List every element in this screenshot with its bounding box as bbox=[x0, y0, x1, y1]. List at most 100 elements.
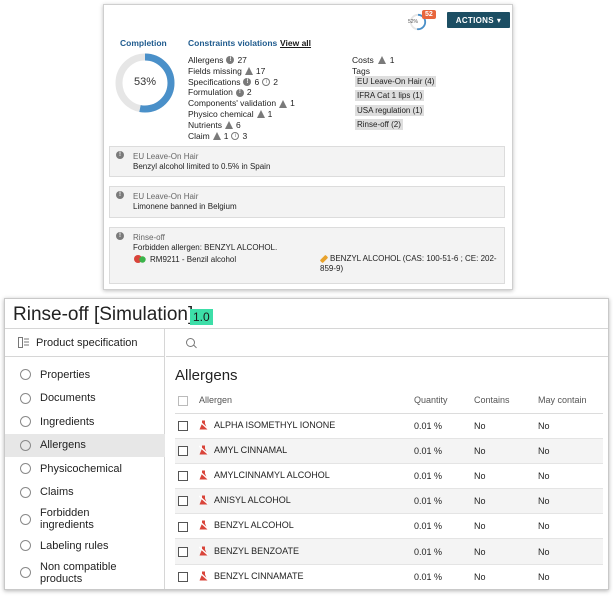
constraints-popup: 52% 52 ACTIONS ▾ Completion 53% Constrai… bbox=[103, 4, 513, 290]
allergen-rows: ALPHA ISOMETHYL IONONE 0.01 % No No AMYL CIN… bbox=[175, 413, 603, 589]
costs-label: Costs bbox=[352, 55, 374, 65]
notification-badge[interactable]: 52 bbox=[422, 10, 436, 19]
tags-label: Tags bbox=[352, 66, 370, 76]
constraint-item[interactable]: Allergens! 27 bbox=[188, 55, 295, 66]
constraint-item[interactable]: Formulation! 2 bbox=[188, 87, 295, 98]
raw-material-label[interactable]: RM9211 - Benzil alcohol bbox=[150, 255, 236, 264]
constraint-item[interactable]: Claim 1 i 3 bbox=[188, 131, 295, 142]
radio-button[interactable] bbox=[20, 540, 31, 552]
allergen-cell: BENZYL ALCOHOL bbox=[199, 513, 414, 540]
sidebar-item-non-compatible-products[interactable]: Non compatible products bbox=[5, 558, 165, 588]
radio-button[interactable] bbox=[20, 369, 31, 381]
sidebar-item-physicochemical[interactable]: Physicochemical bbox=[5, 457, 165, 481]
tag-chip[interactable]: EU Leave-On Hair (4) bbox=[355, 76, 437, 87]
sidebar-item-documents[interactable]: Documents bbox=[5, 387, 165, 411]
radio-button[interactable] bbox=[20, 486, 31, 498]
violation-title: Rinse-off bbox=[133, 233, 165, 242]
quantity-cell: 0.01 % bbox=[414, 488, 474, 515]
allergen-name: AMYL CINNAMAL bbox=[199, 445, 287, 455]
view-all-link[interactable]: View all bbox=[280, 38, 311, 48]
radio-button[interactable] bbox=[20, 513, 31, 525]
sidebar-item-claims[interactable]: Claims bbox=[5, 481, 165, 505]
caret-down-icon: ▾ bbox=[496, 15, 502, 25]
constraint-item[interactable]: Nutrients 6 bbox=[188, 120, 295, 131]
constraint-count: 27 bbox=[237, 55, 247, 65]
constraint-count: 17 bbox=[255, 65, 266, 76]
allergen-icon bbox=[199, 470, 208, 480]
constraint-count: 6 bbox=[236, 119, 241, 130]
tag-chip[interactable]: Rinse-off (2) bbox=[355, 119, 403, 131]
constraint-count: 2 bbox=[246, 87, 252, 98]
column-header-allergen[interactable]: Allergen bbox=[199, 388, 414, 414]
table-row[interactable]: BENZYL CINNAMATE 0.01 % No No bbox=[175, 564, 603, 589]
radio-button[interactable] bbox=[20, 439, 31, 451]
row-checkbox-cell bbox=[175, 564, 199, 589]
constraint-count: 6 bbox=[254, 76, 260, 87]
warning-icon bbox=[279, 99, 288, 108]
sidebar-item-label: Forbidden ingredients bbox=[40, 507, 94, 531]
sidebar-item-label: Ingredients bbox=[40, 415, 95, 428]
quantity-cell: 0.01 % bbox=[414, 413, 474, 439]
row-checkbox[interactable] bbox=[178, 521, 188, 532]
constraint-count: 1 bbox=[223, 130, 229, 141]
constraint-label: Physico chemical bbox=[188, 108, 254, 119]
exclamation-icon: ! bbox=[116, 191, 124, 199]
search-input[interactable] bbox=[202, 334, 592, 352]
tag-chip[interactable]: IFRA Cat 1 lips (1) bbox=[355, 90, 425, 102]
sidebar-item-forbidden-ingredients[interactable]: Forbidden ingredients bbox=[5, 504, 165, 534]
constraint-count: 1 bbox=[267, 108, 273, 119]
violation-card[interactable]: ! EU Leave-On Hair Limonene banned in Be… bbox=[109, 186, 505, 218]
row-checkbox[interactable] bbox=[178, 496, 188, 507]
radio-button[interactable] bbox=[20, 463, 31, 475]
constraint-item[interactable]: Physico chemical 1 bbox=[188, 109, 295, 120]
allergen-name: BENZYL BENZOATE bbox=[199, 546, 299, 556]
actions-button[interactable]: ACTIONS ▾ bbox=[447, 12, 510, 28]
sidebar-item-labeling-rules[interactable]: Labeling rules bbox=[5, 534, 165, 558]
sidebar-item-label: Claims bbox=[40, 486, 74, 499]
table-row[interactable]: AMYL CINNAMAL 0.01 % No No bbox=[175, 438, 603, 464]
row-checkbox[interactable] bbox=[178, 546, 188, 557]
contains-cell: No bbox=[474, 488, 538, 515]
warning-icon bbox=[244, 67, 253, 76]
allergen-name: ALPHA ISOMETHYL IONONE bbox=[199, 420, 335, 430]
tag-chip[interactable]: USA regulation (1) bbox=[355, 104, 425, 116]
constraint-item[interactable]: Components' validation 1 bbox=[188, 98, 295, 109]
allergen-label: AMYLCINNAMYL ALCOHOL bbox=[214, 469, 330, 480]
table-row[interactable]: ALPHA ISOMETHYL IONONE 0.01 % No No bbox=[175, 413, 603, 439]
radio-button[interactable] bbox=[20, 392, 31, 404]
constraint-item[interactable]: Specifications! 6 i 2 bbox=[188, 77, 295, 88]
table-row[interactable]: BENZYL BENZOATE 0.01 % No No bbox=[175, 538, 603, 565]
product-specification-header[interactable]: Product specification bbox=[5, 329, 165, 357]
allergen-icon bbox=[199, 520, 208, 530]
allergen-icon bbox=[199, 420, 208, 430]
sidebar-item-label: Labeling rules bbox=[40, 539, 109, 552]
column-header-quantity[interactable]: Quantity bbox=[414, 388, 474, 414]
radio-button[interactable] bbox=[20, 416, 31, 428]
constraint-item[interactable]: Fields missing 17 bbox=[188, 66, 295, 77]
allergen-name: ANISYL ALCOHOL bbox=[199, 495, 291, 505]
violation-card[interactable]: ! Rinse-off Forbidden allergen: BENZYL A… bbox=[109, 227, 505, 284]
completion-percent: 53% bbox=[133, 76, 157, 88]
may-contain-cell: No bbox=[538, 438, 603, 464]
sidebar-item-ingredients[interactable]: Ingredients bbox=[5, 410, 165, 434]
row-checkbox[interactable] bbox=[178, 471, 188, 482]
radio-button[interactable] bbox=[20, 567, 31, 578]
sidebar-item-allergens[interactable]: Allergens bbox=[5, 433, 165, 457]
table-row[interactable]: BENZYL ALCOHOL 0.01 % No No bbox=[175, 513, 603, 540]
row-checkbox[interactable] bbox=[178, 446, 188, 457]
violation-card[interactable]: ! EU Leave-On Hair Benzyl alcohol limite… bbox=[109, 146, 505, 177]
select-all-checkbox[interactable] bbox=[178, 395, 188, 406]
contains-cell: No bbox=[474, 413, 538, 439]
column-header-may-contain[interactable]: May contain bbox=[538, 388, 603, 414]
raw-material-icon bbox=[134, 255, 146, 263]
row-checkbox[interactable] bbox=[178, 420, 188, 431]
sidebar-item-properties[interactable]: Properties bbox=[5, 363, 165, 387]
allergen-name: BENZYL CINNAMATE bbox=[199, 571, 304, 581]
column-header-contains[interactable]: Contains bbox=[474, 388, 538, 414]
row-checkbox[interactable] bbox=[178, 572, 188, 583]
table-row[interactable]: AMYLCINNAMYL ALCOHOL 0.01 % No No bbox=[175, 463, 603, 490]
allergen-label: ALPHA ISOMETHYL IONONE bbox=[214, 419, 336, 430]
row-checkbox-cell bbox=[175, 463, 199, 490]
may-contain-cell: No bbox=[538, 413, 603, 439]
table-row[interactable]: ANISYL ALCOHOL 0.01 % No No bbox=[175, 488, 603, 515]
